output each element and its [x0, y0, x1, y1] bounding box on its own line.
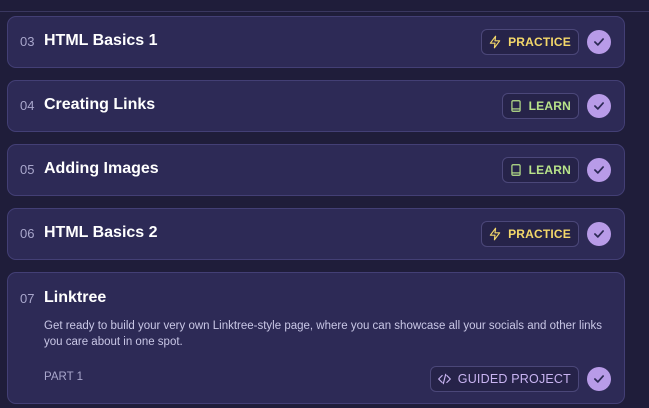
lesson-title: HTML Basics 1 [44, 32, 158, 49]
project-number: 07 [20, 291, 35, 306]
lesson-number: 04 [20, 98, 35, 113]
completed-check-icon [587, 94, 611, 118]
project-part-label: PART 1 [44, 371, 83, 383]
lesson-title: HTML Basics 2 [44, 224, 158, 241]
completed-check-icon [587, 367, 611, 391]
completed-check-icon [587, 158, 611, 182]
top-bar [0, 0, 649, 12]
project-card-07[interactable]: 07 Linktree Get ready to build your very… [7, 272, 625, 404]
lesson-list: 03 HTML Basics 1 PRACTICE 04 Creating Li… [7, 16, 625, 404]
learn-badge: LEARN [501, 93, 579, 119]
badge-label: PRACTICE [508, 35, 571, 49]
book-icon [510, 164, 521, 176]
badge-label: LEARN [528, 163, 571, 177]
project-title: Linktree [44, 289, 107, 306]
lesson-number: 03 [20, 34, 35, 49]
practice-badge: PRACTICE [481, 221, 579, 247]
lightning-icon [489, 35, 501, 49]
project-description: Get ready to build your very own Linktre… [44, 320, 603, 348]
book-icon [510, 100, 521, 112]
lesson-title: Adding Images [44, 160, 159, 177]
learn-badge: LEARN [501, 157, 579, 183]
completed-check-icon [587, 30, 611, 54]
lesson-card-06[interactable]: 06 HTML Basics 2 PRACTICE [7, 208, 625, 260]
lesson-card-05[interactable]: 05 Adding Images LEARN [7, 144, 625, 196]
badge-label: LEARN [528, 99, 571, 113]
lesson-card-04[interactable]: 04 Creating Links LEARN [7, 80, 625, 132]
badge-label: GUIDED PROJECT [457, 372, 571, 386]
practice-badge: PRACTICE [481, 29, 579, 55]
lesson-number: 06 [20, 226, 35, 241]
lesson-title: Creating Links [44, 96, 156, 113]
guided-project-badge: GUIDED PROJECT [429, 366, 579, 392]
badge-label: PRACTICE [508, 227, 571, 241]
lightning-icon [489, 227, 501, 241]
lesson-number: 05 [20, 162, 35, 177]
completed-check-icon [587, 222, 611, 246]
code-icon [437, 373, 451, 385]
lesson-card-03[interactable]: 03 HTML Basics 1 PRACTICE [7, 16, 625, 68]
